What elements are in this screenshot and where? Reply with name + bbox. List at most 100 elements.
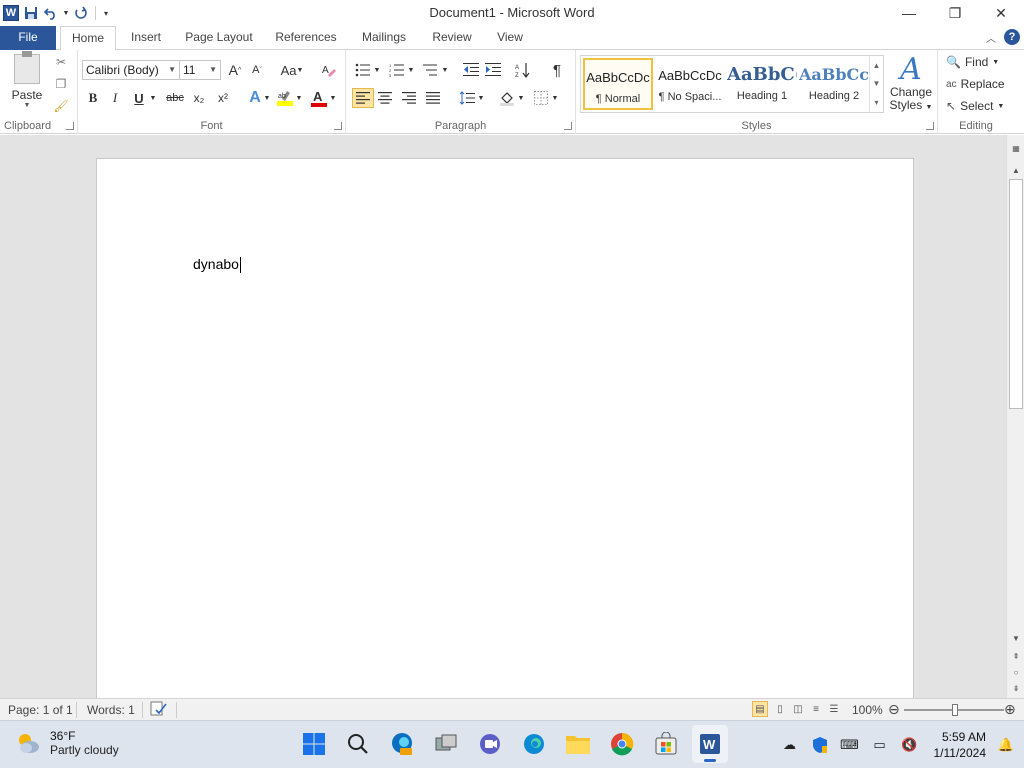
sort-icon[interactable]: AZ <box>512 60 534 80</box>
bullets-icon[interactable] <box>352 60 374 80</box>
word-taskbar-icon[interactable]: W <box>692 725 728 763</box>
replace-button[interactable]: ac Replace <box>946 75 1005 93</box>
scroll-down-icon[interactable]: ▼ <box>1007 631 1024 645</box>
highlight-icon[interactable]: ab <box>274 88 296 108</box>
tab-references[interactable]: References <box>268 26 344 50</box>
style-normal[interactable]: AaBbCcDc ¶ Normal <box>583 58 653 110</box>
next-page-icon[interactable]: ⇟ <box>1007 681 1024 695</box>
start-icon[interactable] <box>296 725 332 763</box>
font-name-combo[interactable]: Calibri (Body) ▼ <box>82 60 180 80</box>
align-center-button[interactable] <box>374 88 396 108</box>
tab-file[interactable]: File <box>0 26 56 50</box>
text-effects-dropdown-icon[interactable]: ▼ <box>262 88 272 108</box>
align-right-button[interactable] <box>398 88 420 108</box>
subscript-button[interactable]: x₂ <box>188 88 210 108</box>
clipboard-launcher-icon[interactable] <box>66 122 74 130</box>
draft-view-icon[interactable]: ☰ <box>826 701 842 717</box>
search-icon[interactable] <box>340 725 376 763</box>
windows-security-icon[interactable] <box>810 735 830 755</box>
close-button[interactable]: ✕ <box>978 0 1024 26</box>
style-no-spacing[interactable]: AaBbCcDc ¶ No Spaci... <box>655 58 725 110</box>
tab-review[interactable]: Review <box>424 26 480 50</box>
file-explorer-icon[interactable] <box>560 725 596 763</box>
font-launcher-icon[interactable] <box>334 122 342 130</box>
multilevel-list-icon[interactable] <box>420 60 442 80</box>
styles-launcher-icon[interactable] <box>926 122 934 130</box>
font-size-combo[interactable]: 11 ▼ <box>179 60 221 80</box>
notifications-bell-icon[interactable]: 🔔 <box>996 735 1016 755</box>
font-color-dropdown-icon[interactable]: ▼ <box>328 88 338 108</box>
zoom-level[interactable]: 100% <box>852 703 883 717</box>
select-button[interactable]: ↖ Select ▼ <box>946 97 1004 115</box>
previous-page-icon[interactable]: ⇞ <box>1007 649 1024 663</box>
paste-button[interactable]: Paste ▼ <box>8 51 46 114</box>
change-case-icon[interactable]: Aa ▼ <box>278 60 306 80</box>
volume-mute-icon[interactable]: 🔇 <box>900 735 920 755</box>
strikethrough-button[interactable]: abc <box>164 88 186 108</box>
scroll-up-icon[interactable]: ▲ <box>1007 163 1024 177</box>
change-styles-button[interactable]: A Change Styles ▼ <box>887 54 935 116</box>
numbering-icon[interactable]: 123 <box>386 60 408 80</box>
copy-icon[interactable]: ❐ <box>52 75 70 93</box>
zoom-out-icon[interactable]: ⊖ <box>888 701 900 718</box>
page-count[interactable]: Page: 1 of 1 <box>8 703 73 717</box>
weather-widget[interactable]: 36°F Partly cloudy <box>14 729 119 757</box>
superscript-button[interactable]: x² <box>212 88 234 108</box>
shrink-font-icon[interactable]: Aˇ <box>246 60 268 80</box>
paragraph-launcher-icon[interactable] <box>564 122 572 130</box>
tab-view[interactable]: View <box>488 26 532 50</box>
document-page[interactable]: dynabo <box>96 158 914 698</box>
tab-mailings[interactable]: Mailings <box>352 26 416 50</box>
keyboard-icon[interactable]: ⌨ <box>840 735 860 755</box>
increase-indent-icon[interactable] <box>482 60 504 80</box>
numbering-dropdown-icon[interactable]: ▼ <box>406 60 416 80</box>
minimize-button[interactable]: — <box>886 0 932 26</box>
microsoft-store-icon[interactable] <box>648 725 684 763</box>
tab-home[interactable]: Home <box>60 26 116 51</box>
clock[interactable]: 5:59 AM 1/11/2024 <box>934 729 987 761</box>
line-spacing-dropdown-icon[interactable]: ▼ <box>476 88 486 108</box>
style-gallery-scroll[interactable]: ▲ ▼ ▾ <box>869 56 883 112</box>
scroll-thumb[interactable] <box>1009 179 1023 409</box>
ruler-toggle-icon[interactable]: ▦ <box>1007 141 1024 155</box>
clear-formatting-icon[interactable]: A <box>318 60 340 80</box>
edge-icon[interactable] <box>516 725 552 763</box>
grow-font-icon[interactable]: A ^ <box>224 60 246 80</box>
underline-button[interactable]: U <box>128 88 150 108</box>
italic-button[interactable]: I <box>104 88 126 108</box>
network-icon[interactable]: ▭ <box>870 735 890 755</box>
bold-button[interactable]: B <box>82 88 104 108</box>
highlight-dropdown-icon[interactable]: ▼ <box>294 88 304 108</box>
format-painter-icon[interactable]: 🖌 <box>52 97 70 115</box>
justify-button[interactable] <box>422 88 444 108</box>
gallery-down-icon[interactable]: ▼ <box>873 79 881 88</box>
vertical-scrollbar[interactable]: ▦ ▲ ▼ ⇞ ○ ⇟ <box>1006 135 1024 698</box>
tab-page-layout[interactable]: Page Layout <box>178 26 260 50</box>
onedrive-icon[interactable]: ☁ <box>780 735 800 755</box>
edge-beta-icon[interactable] <box>384 725 420 763</box>
style-heading-2[interactable]: AaBbCc Heading 2 <box>799 58 869 110</box>
align-left-button[interactable] <box>352 88 374 108</box>
minimize-ribbon-icon[interactable]: ︿ <box>986 30 996 45</box>
line-spacing-icon[interactable] <box>456 88 478 108</box>
web-layout-view-icon[interactable]: ◫ <box>790 701 806 717</box>
zoom-slider-thumb[interactable] <box>952 704 958 716</box>
document-body[interactable]: dynabo <box>193 256 241 274</box>
multilevel-dropdown-icon[interactable]: ▼ <box>440 60 450 80</box>
borders-dropdown-icon[interactable]: ▼ <box>550 88 560 108</box>
full-screen-reading-view-icon[interactable]: ▯ <box>772 701 788 717</box>
borders-icon[interactable] <box>530 88 552 108</box>
show-formatting-icon[interactable]: ¶ <box>546 60 568 80</box>
word-count[interactable]: Words: 1 <box>87 703 135 717</box>
zoom-in-icon[interactable]: ⊕ <box>1004 701 1016 718</box>
gallery-more-icon[interactable]: ▾ <box>874 98 878 107</box>
gallery-up-icon[interactable]: ▲ <box>873 61 881 70</box>
shading-dropdown-icon[interactable]: ▼ <box>516 88 526 108</box>
chrome-icon[interactable] <box>604 725 640 763</box>
tab-insert[interactable]: Insert <box>120 26 172 50</box>
help-icon[interactable]: ? <box>1004 29 1020 45</box>
select-browse-object-icon[interactable]: ○ <box>1007 665 1024 679</box>
style-heading-1[interactable]: AaBbC( Heading 1 <box>727 58 797 110</box>
restore-button[interactable]: ❐ <box>932 0 978 26</box>
underline-dropdown-icon[interactable]: ▼ <box>148 88 158 108</box>
